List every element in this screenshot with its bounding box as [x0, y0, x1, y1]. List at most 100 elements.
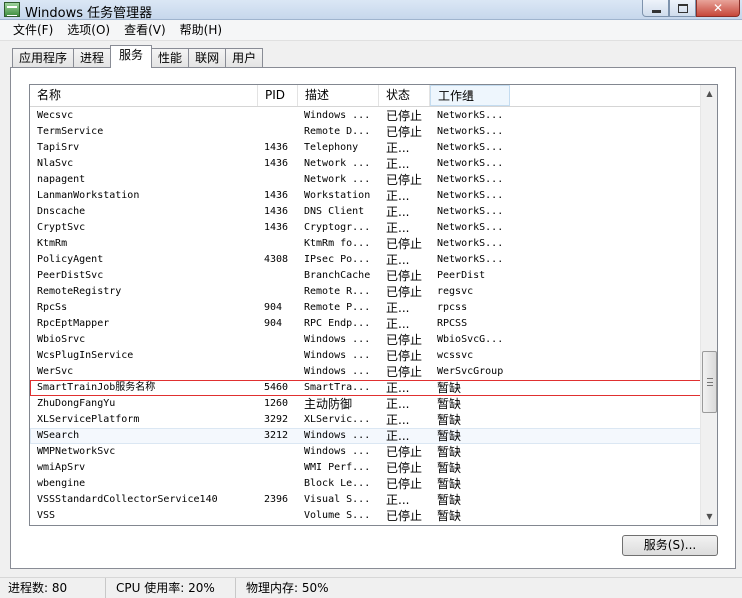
table-row[interactable]: Wecsvc Windows ... 已停止 NetworkS...: [30, 108, 701, 124]
close-button[interactable]: ✕: [696, 0, 740, 17]
services-list[interactable]: 名称 PID 描述 状态 ▲ 工作组 Wecsvc Windows ... 已停止 N…: [29, 84, 718, 526]
service-description-cell: BranchCache: [304, 270, 371, 281]
service-description-cell: WMI Perf...: [304, 462, 371, 473]
table-row[interactable]: Dnscache 1436 DNS Client 正... NetworkS...: [30, 204, 701, 220]
column-header-pid[interactable]: PID: [258, 85, 298, 106]
tab-users[interactable]: 用户: [225, 48, 264, 68]
table-row[interactable]: LanmanWorkstation 1436 Workstation 正... Netw…: [30, 188, 701, 204]
service-description-cell: Remote D...: [304, 126, 371, 137]
tab-applications[interactable]: 应用程序: [12, 48, 75, 68]
service-pid-cell: 1436: [264, 222, 289, 233]
table-row[interactable]: VSS Volume S... 已停止 暂缺: [30, 508, 701, 524]
scroll-up-arrow-icon[interactable]: ▲: [701, 85, 717, 102]
table-row[interactable]: napagent Network ... 已停止 NetworkS...: [30, 172, 701, 188]
menu-view[interactable]: 查看(V): [117, 20, 173, 40]
table-row[interactable]: RpcSs 904 Remote P... 正... rpcss: [30, 300, 701, 316]
service-name-cell: VSS: [37, 510, 56, 521]
service-description-cell: XLServic...: [304, 414, 371, 425]
service-status-cell: 正...: [386, 381, 410, 395]
service-status-cell: 正...: [386, 253, 410, 267]
service-status-cell: 正...: [386, 189, 410, 203]
service-status-cell: 正...: [386, 429, 410, 443]
table-row[interactable]: NlaSvc 1436 Network ... 正... NetworkS...: [30, 156, 701, 172]
service-description-cell: KtmRm fo...: [304, 238, 371, 249]
table-row[interactable]: XLServicePlatform 3292 XLServic... 正... 暂缺: [30, 412, 701, 428]
minimize-button[interactable]: [642, 0, 669, 17]
service-group-cell: rpcss: [437, 302, 468, 313]
service-name-cell: RpcEptMapper: [37, 318, 110, 329]
service-pid-cell: 5460: [264, 382, 289, 393]
maximize-button[interactable]: [669, 0, 696, 17]
service-status-cell: 已停止: [386, 445, 423, 459]
service-status-cell: 正...: [386, 301, 410, 315]
status-bar: 进程数: 80 CPU 使用率: 20% 物理内存: 50%: [0, 577, 742, 598]
column-header-name[interactable]: 名称: [30, 85, 258, 106]
service-group-cell: wcssvc: [437, 350, 474, 361]
service-name-cell: XLServicePlatform: [37, 414, 140, 425]
service-status-cell: 正...: [386, 141, 410, 155]
service-description-cell: Block Le...: [304, 478, 371, 489]
title-bar[interactable]: Windows 任务管理器 ✕: [0, 0, 742, 21]
service-name-cell: VSSStandardCollectorService140: [37, 494, 218, 505]
column-header-group[interactable]: ▲ 工作组: [430, 85, 510, 106]
table-row[interactable]: WerSvc Windows ... 已停止 WerSvcGroup: [30, 364, 701, 380]
services-button[interactable]: 服务(S)...: [622, 535, 718, 556]
service-status-cell: 已停止: [386, 109, 423, 123]
service-name-cell: PolicyAgent: [37, 254, 104, 265]
service-pid-cell: 1436: [264, 206, 289, 217]
scroll-down-arrow-icon[interactable]: ▼: [701, 508, 717, 525]
table-row[interactable]: WcsPlugInService Windows ... 已停止 wcssvc: [30, 348, 701, 364]
table-row[interactable]: ZhuDongFangYu 1260 主动防御 正... 暂缺: [30, 396, 701, 412]
table-row[interactable]: RpcEptMapper 904 RPC Endp... 正... RPCSS: [30, 316, 701, 332]
table-row[interactable]: RemoteRegistry Remote R... 已停止 regsvc: [30, 284, 701, 300]
menu-options[interactable]: 选项(O): [60, 20, 117, 40]
tab-processes[interactable]: 进程: [73, 48, 112, 68]
menu-file[interactable]: 文件(F): [6, 20, 60, 40]
service-description-cell: Windows ...: [304, 334, 371, 345]
table-row[interactable]: WSearch 3212 Windows ... 正... 暂缺: [30, 428, 701, 444]
service-pid-cell: 3212: [264, 430, 289, 441]
column-header-description[interactable]: 描述: [298, 85, 379, 106]
table-row[interactable]: TapiSrv 1436 Telephony 正... NetworkS...: [30, 140, 701, 156]
status-cpu-usage: CPU 使用率: 20%: [108, 578, 236, 598]
service-status-cell: 正...: [386, 397, 410, 411]
table-row[interactable]: PeerDistSvc BranchCache 已停止 PeerDist: [30, 268, 701, 284]
service-status-cell: 正...: [386, 157, 410, 171]
service-status-cell: 已停止: [386, 509, 423, 523]
table-row[interactable]: wbengine Block Le... 已停止 暂缺: [30, 476, 701, 492]
service-group-cell: WerSvcGroup: [437, 366, 504, 377]
table-row[interactable]: TermService Remote D... 已停止 NetworkS...: [30, 124, 701, 140]
service-name-cell: WbioSrvc: [37, 334, 86, 345]
service-group-cell: 暂缺: [437, 397, 462, 411]
table-row[interactable]: KtmRm KtmRm fo... 已停止 NetworkS...: [30, 236, 701, 252]
service-name-cell: WSearch: [37, 430, 80, 441]
service-name-cell: wbengine: [37, 478, 86, 489]
service-description-cell: Windows ...: [304, 366, 371, 377]
service-description-cell: Volume S...: [304, 510, 371, 521]
window-controls: ✕: [642, 0, 740, 18]
tab-performance[interactable]: 性能: [151, 48, 190, 68]
service-group-cell: NetworkS...: [437, 190, 504, 201]
service-description-cell: IPsec Po...: [304, 254, 371, 265]
table-row[interactable]: PolicyAgent 4308 IPsec Po... 正... NetworkS..…: [30, 252, 701, 268]
column-header-status[interactable]: 状态: [379, 85, 430, 106]
service-name-cell: Dnscache: [37, 206, 86, 217]
tab-services[interactable]: 服务: [110, 45, 153, 68]
table-row[interactable]: WMPNetworkSvc Windows ... 已停止 暂缺: [30, 444, 701, 460]
service-name-cell: PeerDistSvc: [37, 270, 104, 281]
table-row[interactable]: wmiApSrv WMI Perf... 已停止 暂缺: [30, 460, 701, 476]
vertical-scrollbar[interactable]: ▲ ▼: [700, 85, 717, 525]
table-row[interactable]: SmartTrainJob服务名称 5460 SmartTra... 正... 暂缺: [30, 380, 701, 396]
table-row[interactable]: WbioSrvc Windows ... 已停止 WbioSvcG...: [30, 332, 701, 348]
service-status-cell: 正...: [386, 205, 410, 219]
scrollbar-thumb[interactable]: [702, 351, 717, 413]
service-name-cell: napagent: [37, 174, 86, 185]
table-row[interactable]: VSSStandardCollectorService140 2396 Visual…: [30, 492, 701, 508]
service-pid-cell: 904: [264, 302, 283, 313]
menu-help[interactable]: 帮助(H): [173, 20, 229, 40]
services-panel: 名称 PID 描述 状态 ▲ 工作组 Wecsvc Windows ... 已停止 N…: [10, 67, 736, 569]
service-name-cell: LanmanWorkstation: [37, 190, 140, 201]
tab-networking[interactable]: 联网: [188, 48, 227, 68]
table-row[interactable]: CryptSvc 1436 Cryptogr... 正... NetworkS...: [30, 220, 701, 236]
service-group-cell: NetworkS...: [437, 206, 504, 217]
